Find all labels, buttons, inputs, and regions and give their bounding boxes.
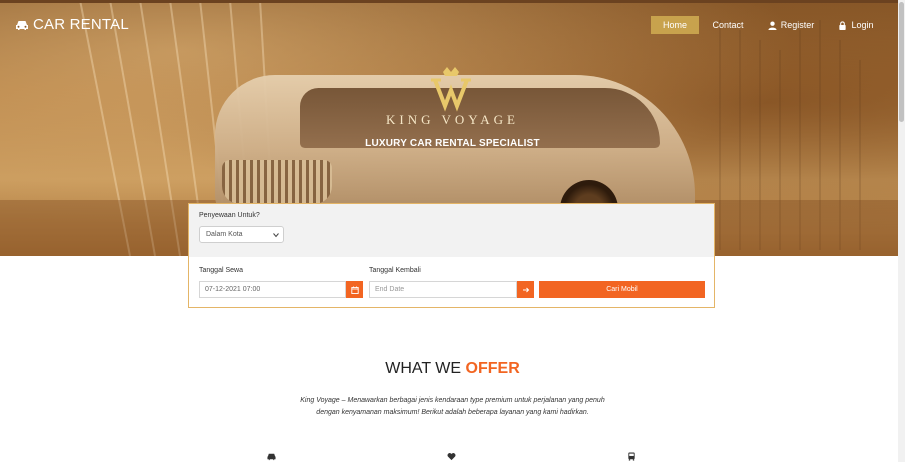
nav-home-link[interactable]: Home — [651, 16, 699, 34]
calendar-icon — [350, 286, 359, 294]
nav-register-label: Register — [780, 20, 815, 30]
brand-link[interactable]: CAR RENTAL — [15, 16, 129, 33]
hero-tagline: LUXURY CAR RENTAL SPECIALIST — [365, 138, 540, 149]
offer-description: King Voyage – Menawarkan berbagai jenis … — [300, 397, 605, 416]
arrow-button[interactable] — [517, 281, 534, 298]
king-voyage-logo-icon — [431, 67, 471, 112]
offer-title-accent: OFFER — [465, 360, 520, 377]
rental-purpose-select[interactable]: Dalam Kota — [199, 226, 284, 243]
user-icon — [768, 21, 777, 30]
rent-date-input[interactable]: 07-12-2021 07:00 — [199, 281, 346, 298]
nav-register-link[interactable]: Register — [762, 16, 820, 34]
navbar: CAR RENTAL Home Contact Register Login — [0, 0, 905, 50]
rent-date-label: Tanggal Sewa — [199, 267, 243, 274]
nav-contact-link[interactable]: Contact — [706, 16, 750, 34]
heart-icon — [447, 453, 456, 461]
offer-title-plain: WHAT WE — [385, 360, 462, 377]
return-date-input[interactable]: End Date — [369, 281, 517, 298]
calendar-button[interactable] — [346, 281, 363, 298]
arrow-right-icon — [522, 287, 529, 292]
return-date-label: Tanggal Kembali — [369, 267, 421, 274]
car-icon — [267, 453, 276, 461]
search-form: Penyewaan Untuk? Dalam Kota Tanggal Sewa… — [188, 203, 715, 308]
scrollbar-thumb[interactable] — [899, 2, 904, 122]
brand-name: CAR RENTAL — [33, 16, 129, 33]
bus-icon — [628, 452, 635, 461]
nav-login-label: Login — [851, 20, 874, 30]
nav-login-link[interactable]: Login — [834, 16, 878, 34]
offer-section-title: WHAT WE OFFER — [300, 360, 605, 378]
search-car-button[interactable]: Cari Mobil — [539, 281, 705, 298]
rental-purpose-label: Penyewaan Untuk? — [199, 212, 260, 219]
rental-purpose-value: Dalam Kota — [206, 231, 243, 238]
car-grille — [222, 160, 332, 204]
chevron-down-icon — [273, 233, 279, 238]
lock-icon — [839, 20, 847, 30]
car-icon — [16, 20, 28, 30]
logo-text: KING VOYAGE — [386, 112, 519, 127]
